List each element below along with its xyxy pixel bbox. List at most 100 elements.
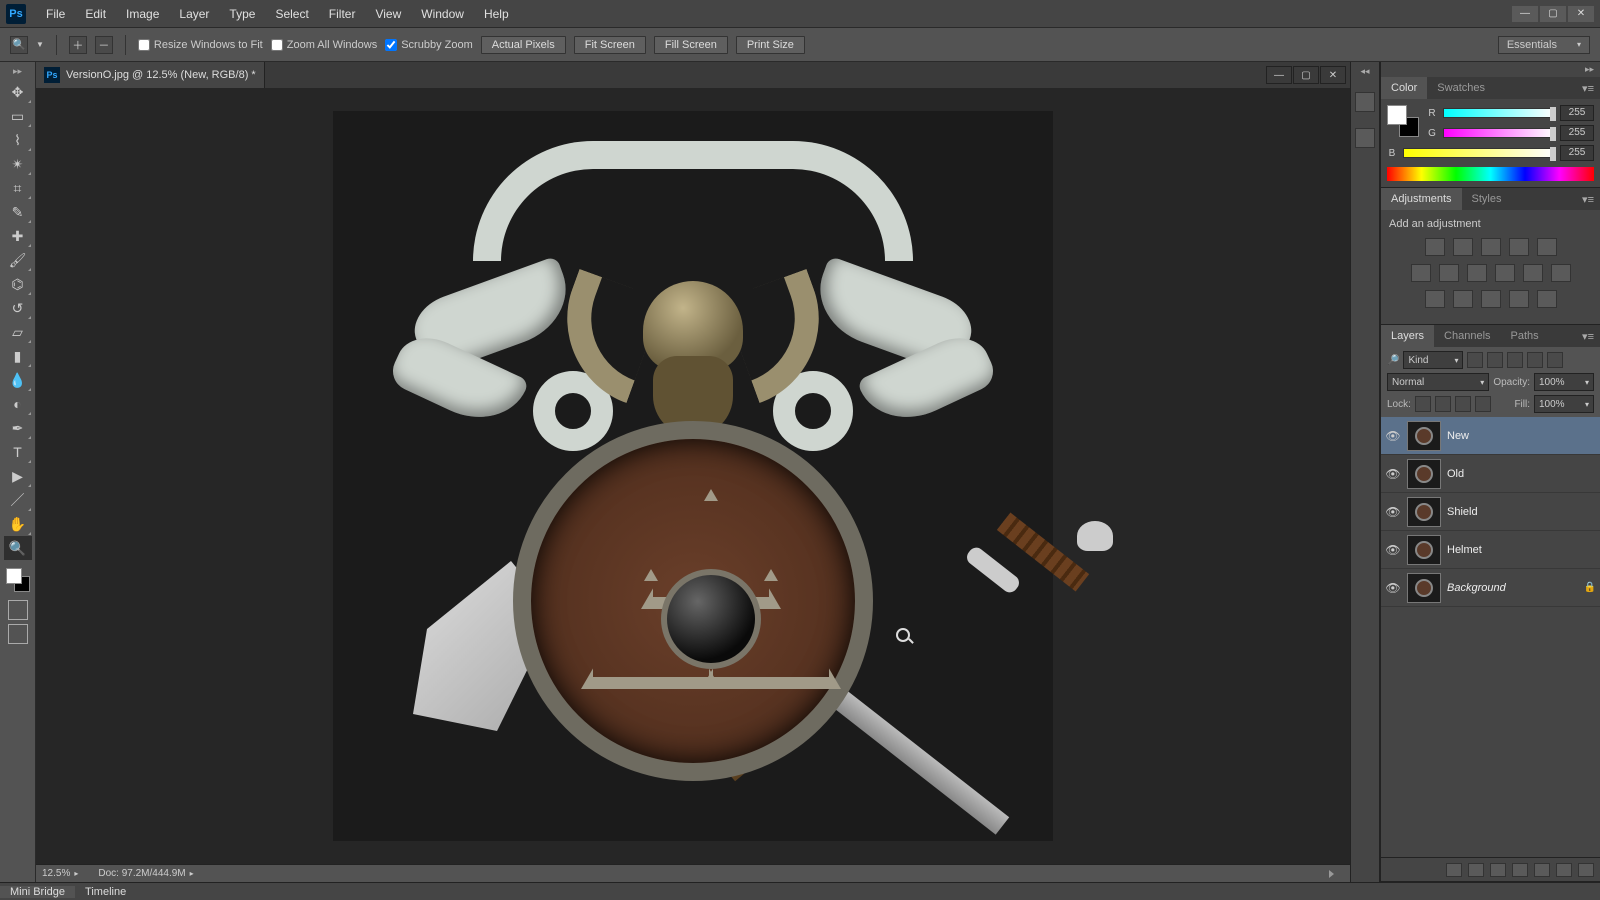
brightness-contrast-icon[interactable]: [1425, 238, 1445, 256]
doc-minimize-button[interactable]: —: [1266, 66, 1292, 84]
color-fg-bg-swatch[interactable]: [1387, 105, 1419, 137]
gradient-map-icon[interactable]: [1509, 290, 1529, 308]
layer-name[interactable]: Background: [1447, 582, 1506, 594]
path-select-tool[interactable]: ▶: [4, 464, 32, 488]
selective-color-icon[interactable]: [1537, 290, 1557, 308]
layer-thumbnail[interactable]: [1407, 535, 1441, 565]
tab-color[interactable]: Color: [1381, 77, 1427, 99]
line-tool[interactable]: ／: [4, 488, 32, 512]
color-panel-menu-icon[interactable]: ▾≡: [1576, 82, 1600, 95]
dock-expand-icon[interactable]: ◂◂: [1360, 66, 1369, 77]
exposure-icon[interactable]: [1509, 238, 1529, 256]
canvas-viewport[interactable]: [36, 88, 1350, 864]
brush-tool[interactable]: 🖌: [4, 248, 32, 272]
layer-visibility-icon[interactable]: 👁: [1385, 504, 1401, 520]
doc-close-button[interactable]: ✕: [1320, 66, 1346, 84]
dock-history-icon[interactable]: [1355, 92, 1375, 112]
invert-icon[interactable]: [1425, 290, 1445, 308]
zoom-readout[interactable]: 12.5%▸: [42, 868, 78, 879]
canvas[interactable]: [333, 111, 1053, 841]
tab-styles[interactable]: Styles: [1462, 188, 1512, 210]
color-lookup-icon[interactable]: [1551, 264, 1571, 282]
filter-smart-icon[interactable]: [1547, 352, 1563, 368]
layer-thumbnail[interactable]: [1407, 421, 1441, 451]
zoom-out-icon[interactable]: －: [95, 36, 113, 54]
tool-preset-arrow-icon[interactable]: ▼: [36, 40, 44, 49]
lock-pixels-icon[interactable]: [1435, 396, 1451, 412]
document-tab[interactable]: Ps VersionO.jpg @ 12.5% (New, RGB/8) *: [36, 62, 265, 88]
tab-paths[interactable]: Paths: [1501, 325, 1549, 347]
eraser-tool[interactable]: ▱: [4, 320, 32, 344]
g-value[interactable]: 255: [1560, 125, 1594, 141]
new-group-icon[interactable]: [1534, 863, 1550, 877]
layer-visibility-icon[interactable]: 👁: [1385, 466, 1401, 482]
layer-row-shield[interactable]: 👁Shield: [1381, 493, 1600, 531]
fill-screen-button[interactable]: Fill Screen: [654, 36, 728, 54]
rect-marquee-tool[interactable]: ▭: [4, 104, 32, 128]
layer-visibility-icon[interactable]: 👁: [1385, 542, 1401, 558]
layer-row-helmet[interactable]: 👁 Helmet: [1381, 531, 1600, 569]
move-tool[interactable]: ✥: [4, 80, 32, 104]
layer-visibility-icon[interactable]: 👁: [1385, 580, 1401, 596]
menu-window[interactable]: Window: [411, 7, 474, 21]
magic-wand-tool[interactable]: ✴: [4, 152, 32, 176]
menu-image[interactable]: Image: [116, 7, 169, 21]
healing-brush-tool[interactable]: ✚: [4, 224, 32, 248]
resize-windows-checkbox[interactable]: Resize Windows to Fit: [138, 39, 263, 51]
layers-panel-menu-icon[interactable]: ▾≡: [1576, 330, 1600, 343]
link-layers-icon[interactable]: [1446, 863, 1462, 877]
lock-transparency-icon[interactable]: [1415, 396, 1431, 412]
zoom-in-icon[interactable]: ＋: [69, 36, 87, 54]
r-slider[interactable]: [1443, 108, 1554, 118]
workspace-switcher[interactable]: Essentials ▾: [1498, 36, 1590, 54]
layer-fx-icon[interactable]: [1468, 863, 1484, 877]
layer-row-background[interactable]: 👁Background🔒: [1381, 569, 1600, 607]
tab-mini-bridge[interactable]: Mini Bridge: [0, 886, 75, 898]
menu-file[interactable]: File: [36, 7, 75, 21]
eyedropper-tool[interactable]: ✎: [4, 200, 32, 224]
layer-thumbnail[interactable]: [1407, 497, 1441, 527]
window-close-button[interactable]: ✕: [1568, 6, 1594, 22]
channel-mixer-icon[interactable]: [1523, 264, 1543, 282]
blur-tool[interactable]: 💧: [4, 368, 32, 392]
hand-tool[interactable]: ✋: [4, 512, 32, 536]
fill-field[interactable]: 100%▾: [1534, 395, 1594, 413]
doc-maximize-button[interactable]: ▢: [1293, 66, 1319, 84]
curves-icon[interactable]: [1481, 238, 1501, 256]
adjustments-panel-menu-icon[interactable]: ▾≡: [1576, 193, 1600, 206]
gradient-tool[interactable]: ▮: [4, 344, 32, 368]
layer-name[interactable]: Old: [1447, 468, 1464, 480]
window-minimize-button[interactable]: —: [1512, 6, 1538, 22]
panels-collapse-icon[interactable]: ▸▸: [1381, 62, 1600, 77]
layer-filter-type[interactable]: Kind▾: [1403, 351, 1463, 369]
layer-row-old[interactable]: 👁 Old: [1381, 455, 1600, 493]
posterize-icon[interactable]: [1453, 290, 1473, 308]
add-mask-icon[interactable]: [1490, 863, 1506, 877]
threshold-icon[interactable]: [1481, 290, 1501, 308]
layer-row-new[interactable]: 👁New: [1381, 417, 1600, 455]
zoom-tool[interactable]: 🔍: [4, 536, 32, 560]
dodge-tool[interactable]: ◐: [4, 392, 32, 416]
layer-thumbnail[interactable]: [1407, 459, 1441, 489]
hue-sat-icon[interactable]: [1411, 264, 1431, 282]
status-flyout-icon[interactable]: [1329, 870, 1334, 878]
clone-stamp-tool[interactable]: ⌬: [4, 272, 32, 296]
layer-name[interactable]: Helmet: [1447, 544, 1482, 556]
opacity-field[interactable]: 100%▾: [1534, 373, 1594, 391]
history-brush-tool[interactable]: ↺: [4, 296, 32, 320]
foreground-color-swatch[interactable]: [6, 568, 22, 584]
lock-position-icon[interactable]: [1455, 396, 1471, 412]
tab-channels[interactable]: Channels: [1434, 325, 1500, 347]
print-size-button[interactable]: Print Size: [736, 36, 805, 54]
dock-properties-icon[interactable]: [1355, 128, 1375, 148]
photo-filter-icon[interactable]: [1495, 264, 1515, 282]
filter-shape-icon[interactable]: [1527, 352, 1543, 368]
levels-icon[interactable]: [1453, 238, 1473, 256]
g-slider[interactable]: [1443, 128, 1554, 138]
doc-info-readout[interactable]: Doc: 97.2M/444.9M▸: [98, 868, 193, 879]
menu-layer[interactable]: Layer: [169, 7, 219, 21]
layer-thumbnail[interactable]: [1407, 573, 1441, 603]
window-maximize-button[interactable]: ▢: [1540, 6, 1566, 22]
new-fill-adj-icon[interactable]: [1512, 863, 1528, 877]
scrubby-zoom-checkbox[interactable]: Scrubby Zoom: [385, 39, 473, 51]
